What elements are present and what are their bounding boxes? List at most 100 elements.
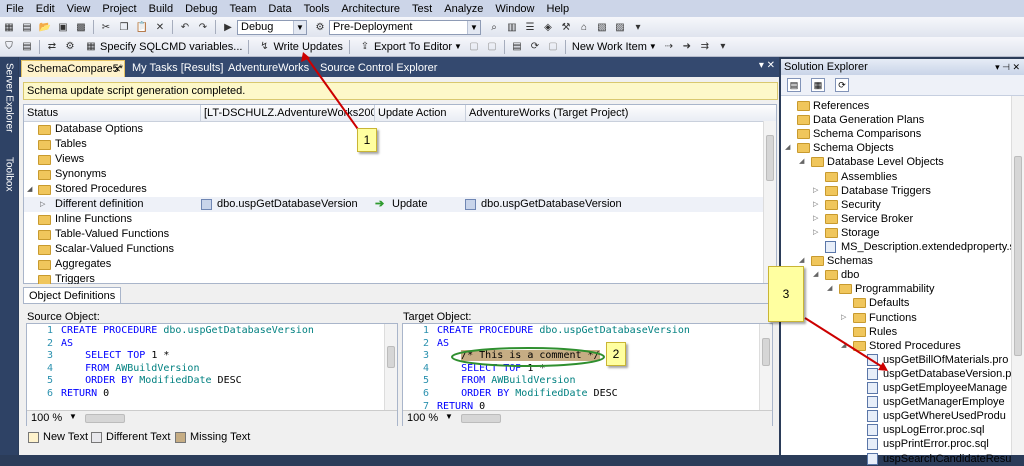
column-header-update-action[interactable]: Update Action [374, 105, 466, 121]
scrollbar-thumb[interactable] [387, 346, 395, 368]
toolbar-options-icon[interactable]: ▾ [716, 40, 730, 54]
pin-icon[interactable]: ▾ ⊣ [995, 62, 1010, 72]
menu-team[interactable]: Team [224, 3, 263, 15]
object-browser-icon[interactable]: ◈ [541, 20, 555, 34]
table-row[interactable]: Synonyms [24, 167, 763, 182]
expanded-triangle-icon[interactable]: ◢ [799, 155, 804, 169]
collapsed-triangle-icon[interactable]: ▷ [841, 311, 846, 325]
table-row[interactable]: Scalar-Valued Functions [24, 242, 763, 257]
expanded-triangle-icon[interactable]: ◢ [827, 282, 832, 296]
compare-icon[interactable]: ⇄ [45, 40, 59, 54]
deploy-config-combo[interactable]: Pre-Deployment ▼ [329, 19, 481, 35]
source-code-pane[interactable]: 1 CREATE PROCEDURE dbo.uspGetDatabaseVers… [26, 323, 398, 426]
zoom-level[interactable]: 100 % [31, 412, 62, 424]
table-row[interactable]: Database Options [24, 122, 763, 137]
menu-file[interactable]: File [0, 3, 30, 15]
table-row[interactable]: Aggregates [24, 257, 763, 272]
start-page-icon[interactable]: ⌂ [577, 20, 591, 34]
settings-icon[interactable]: ⚙ [63, 40, 77, 54]
expanded-triangle-icon[interactable]: ◢ [813, 268, 818, 282]
tab-schema-compare[interactable]: SchemaCompare5* ✕ [21, 60, 125, 77]
column-header-target[interactable]: AdventureWorks (Target Project) [465, 105, 769, 121]
specify-sqlcmd-button[interactable]: ▦ Specify SQLCMD variables... [79, 40, 245, 54]
close-icon[interactable]: ▾ ✕ [759, 60, 775, 71]
menu-edit[interactable]: Edit [30, 3, 61, 15]
collapsed-triangle-icon[interactable]: ▷ [813, 212, 818, 226]
next-icon[interactable]: ➜ [680, 40, 694, 54]
scrollbar-thumb[interactable] [766, 135, 774, 181]
table-row[interactable]: Tables [24, 137, 763, 152]
cut-icon[interactable]: ✂ [99, 20, 113, 34]
horizontal-scrollbar-thumb[interactable] [461, 414, 501, 423]
chevron-down-icon[interactable]: ▼ [69, 412, 77, 421]
column-header-status[interactable]: Status [27, 105, 197, 121]
update-action-value[interactable]: Update [392, 197, 427, 212]
paste-icon[interactable]: 📋 [135, 20, 149, 34]
table-row[interactable]: Inline Functions [24, 212, 763, 227]
new-project-icon[interactable]: ▦ [2, 20, 16, 34]
table-row[interactable]: Triggers [24, 272, 763, 284]
menu-view[interactable]: View [61, 3, 97, 15]
solution-config-combo[interactable]: Debug ▼ [237, 19, 307, 35]
close-icon[interactable]: ✕ [113, 61, 121, 78]
show-all-files-icon[interactable]: ▦ [811, 78, 825, 92]
zoom-level[interactable]: 100 % [407, 412, 438, 424]
delete-icon[interactable]: ✕ [153, 20, 167, 34]
scrollbar-thumb[interactable] [762, 338, 770, 366]
new-work-item-button[interactable]: New Work Item ▼ [569, 41, 660, 53]
chevron-down-icon[interactable]: ▼ [445, 412, 453, 421]
close-icon[interactable]: ✕ [1012, 62, 1020, 72]
collapsed-triangle-icon[interactable]: ▷ [813, 198, 818, 212]
menu-project[interactable]: Project [96, 3, 142, 15]
tab-adventureworks[interactable]: AdventureWorks [223, 60, 314, 77]
refresh-icon[interactable]: ⟳ [835, 78, 849, 92]
menu-help[interactable]: Help [541, 3, 576, 15]
target-code-pane[interactable]: 1 CREATE PROCEDURE dbo.uspGetDatabaseVers… [402, 323, 773, 426]
work-item-query-icon[interactable]: ⇉ [698, 40, 712, 54]
copy-icon[interactable]: ❐ [117, 20, 131, 34]
vertical-scrollbar[interactable] [759, 324, 772, 410]
expanded-triangle-icon[interactable]: ◢ [785, 141, 790, 155]
open-file-icon[interactable]: 📂 [38, 20, 52, 34]
tab-my-tasks[interactable]: My Tasks [Results] [127, 60, 229, 77]
horizontal-scrollbar-thumb[interactable] [85, 414, 125, 423]
find-icon[interactable]: ⌕ [487, 20, 501, 34]
table-row[interactable]: ◢ Stored Procedures [24, 182, 763, 197]
toolbox-icon[interactable]: ⚒ [559, 20, 573, 34]
collapsed-triangle-icon[interactable]: ▷ [813, 226, 818, 240]
expanded-triangle-icon[interactable]: ◢ [27, 182, 32, 197]
menu-debug[interactable]: Debug [179, 3, 223, 15]
vertical-scrollbar[interactable] [384, 324, 397, 410]
properties-icon[interactable]: ▤ [787, 78, 801, 92]
undo-icon[interactable]: ↶ [178, 20, 192, 34]
table-row[interactable]: Views [24, 152, 763, 167]
tab-object-definitions[interactable]: Object Definitions [23, 287, 122, 303]
refresh-icon[interactable]: ⟳ [528, 40, 542, 54]
server-explorer-tab[interactable]: Server Explorer [2, 63, 16, 132]
column-header-source[interactable]: [LT-DSCHULZ.AdventureWorks2008R2... [200, 105, 374, 121]
menu-window[interactable]: Window [489, 3, 540, 15]
tab-source-control-explorer[interactable]: Source Control Explorer [315, 60, 442, 77]
menu-tools[interactable]: Tools [298, 3, 336, 15]
redo-icon[interactable]: ↷ [196, 20, 210, 34]
group-icon[interactable]: ▤ [20, 40, 34, 54]
properties-icon[interactable]: ☰ [523, 20, 537, 34]
menu-data[interactable]: Data [262, 3, 297, 15]
menu-test[interactable]: Test [406, 3, 438, 15]
command-window-icon[interactable]: ▨ [613, 20, 627, 34]
start-debug-icon[interactable]: ▶ [221, 20, 235, 34]
save-icon[interactable]: ▣ [56, 20, 70, 34]
scrollbar-thumb[interactable] [1014, 156, 1022, 356]
solution-explorer-icon[interactable]: ▥ [505, 20, 519, 34]
menu-build[interactable]: Build [143, 3, 179, 15]
collapsed-triangle-icon[interactable]: ▷ [813, 184, 818, 198]
export-to-editor-button[interactable]: ⇪ Export To Editor ▼ [353, 40, 465, 54]
collapsed-triangle-icon[interactable]: ▷ [40, 197, 45, 212]
toolbox-tab[interactable]: Toolbox [2, 157, 16, 191]
add-item-icon[interactable]: ▤ [20, 20, 34, 34]
solution-explorer-scrollbar[interactable] [1011, 96, 1024, 455]
grid-vertical-scrollbar[interactable] [763, 121, 776, 283]
extension-icon[interactable]: ▧ [595, 20, 609, 34]
table-row-different-definition[interactable]: ▷ Different definition dbo.uspGetDatabas… [24, 197, 763, 212]
toolbar-options-icon[interactable]: ▾ [631, 20, 645, 34]
